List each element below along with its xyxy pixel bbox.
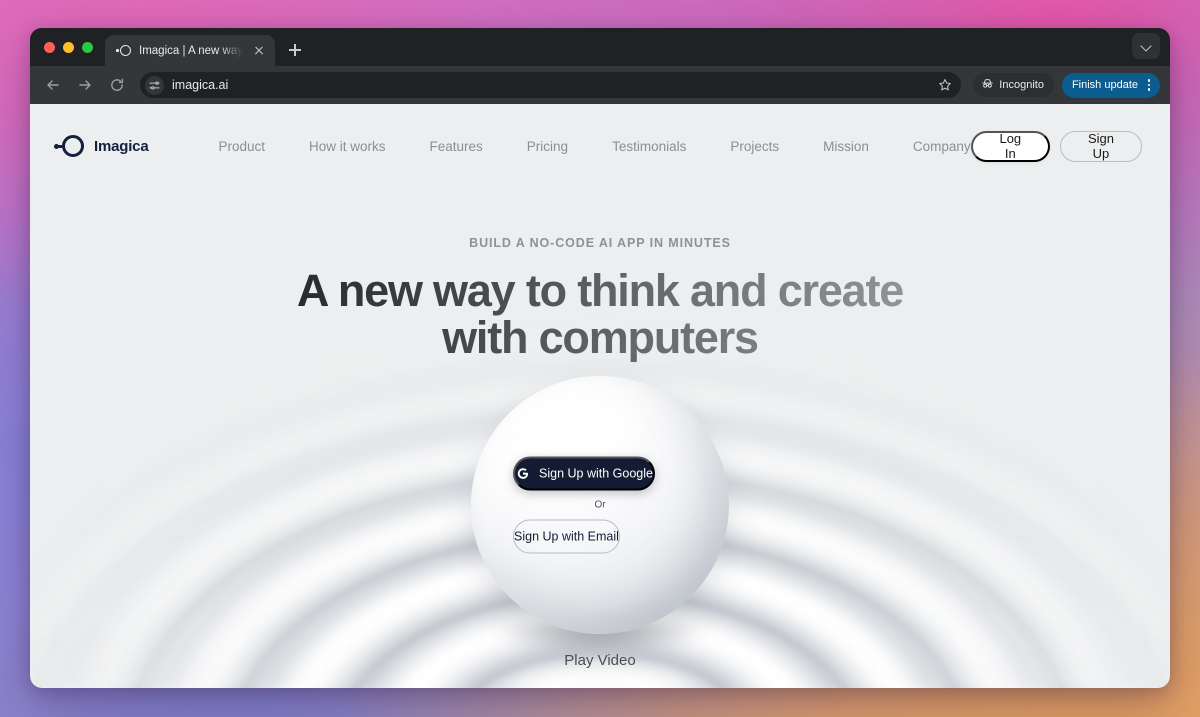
brand-name: Imagica: [94, 137, 149, 155]
site-nav-actions: Log In Sign Up: [970, 130, 1142, 162]
imagica-logo-icon: [116, 43, 131, 58]
nav-item-company[interactable]: Company: [913, 139, 971, 154]
google-g-icon: [515, 466, 530, 481]
signup-button[interactable]: Sign Up: [1059, 130, 1142, 162]
finish-update-button[interactable]: Finish update: [1061, 72, 1160, 98]
nav-item-features[interactable]: Features: [430, 139, 483, 154]
maximize-window-button[interactable]: [82, 41, 93, 53]
browser-tab-title: Imagica | A new way to think a: [139, 44, 243, 57]
browser-toolbar: imagica.ai Incognito Finish update: [30, 66, 1170, 104]
site-navbar: Imagica Product How it works Features Pr…: [30, 104, 1170, 188]
browser-tab[interactable]: Imagica | A new way to think a: [105, 35, 275, 66]
hero-headline: A new way to think and create with compu…: [30, 268, 1170, 362]
nav-item-testimonials[interactable]: Testimonials: [612, 139, 686, 154]
forward-arrow-icon[interactable]: [70, 70, 100, 100]
hero-section: BUILD A NO-CODE AI APP IN MINUTES A new …: [30, 188, 1170, 362]
nav-item-projects[interactable]: Projects: [730, 139, 779, 154]
hero-sphere: Sign Up with Google Or Sign Up with Emai…: [471, 376, 729, 648]
star-icon[interactable]: [933, 73, 957, 97]
close-window-button[interactable]: [44, 41, 55, 53]
site-nav-links: Product How it works Features Pricing Te…: [218, 139, 970, 154]
chevron-down-icon[interactable]: [1132, 33, 1160, 59]
signup-with-google-button[interactable]: Sign Up with Google: [513, 456, 655, 491]
incognito-hat-icon: [981, 77, 994, 93]
minimize-window-button[interactable]: [63, 41, 74, 53]
play-video-link[interactable]: Play Video: [30, 652, 1170, 669]
hero-eyebrow: BUILD A NO-CODE AI APP IN MINUTES: [469, 236, 731, 250]
browser-tab-strip: Imagica | A new way to think a: [30, 28, 1170, 66]
plus-icon[interactable]: [281, 36, 309, 64]
kebab-menu-icon[interactable]: [1142, 79, 1156, 91]
hero-headline-line-2: with computers: [442, 311, 758, 363]
nav-item-mission[interactable]: Mission: [823, 139, 869, 154]
signup-with-email-button[interactable]: Sign Up with Email: [513, 519, 620, 554]
hero-headline-line-1: A new way to think and create: [296, 265, 904, 316]
address-bar[interactable]: imagica.ai: [140, 72, 962, 98]
page-viewport: Imagica Product How it works Features Pr…: [30, 104, 1170, 688]
nav-item-how-it-works[interactable]: How it works: [309, 139, 386, 154]
brand-logo[interactable]: Imagica: [54, 134, 149, 158]
cta-or-divider: Or: [594, 499, 606, 511]
close-icon[interactable]: [251, 43, 267, 59]
nav-item-product[interactable]: Product: [218, 139, 265, 154]
login-button[interactable]: Log In: [970, 130, 1050, 162]
finish-update-label: Finish update: [1071, 79, 1138, 91]
back-arrow-icon[interactable]: [38, 70, 68, 100]
incognito-indicator[interactable]: Incognito: [973, 73, 1054, 97]
address-bar-url: imagica.ai: [172, 78, 229, 92]
imagica-ring-icon: [54, 134, 84, 158]
nav-item-pricing[interactable]: Pricing: [527, 139, 568, 154]
reload-icon[interactable]: [102, 70, 132, 100]
tune-sliders-icon[interactable]: [145, 75, 164, 95]
browser-window: Imagica | A new way to think a: [30, 28, 1170, 688]
signup-cta-group: Sign Up with Google Or Sign Up with Emai…: [513, 456, 687, 554]
signup-with-google-label: Sign Up with Google: [539, 466, 653, 481]
window-traffic-lights: [42, 28, 105, 66]
incognito-label: Incognito: [999, 79, 1044, 91]
